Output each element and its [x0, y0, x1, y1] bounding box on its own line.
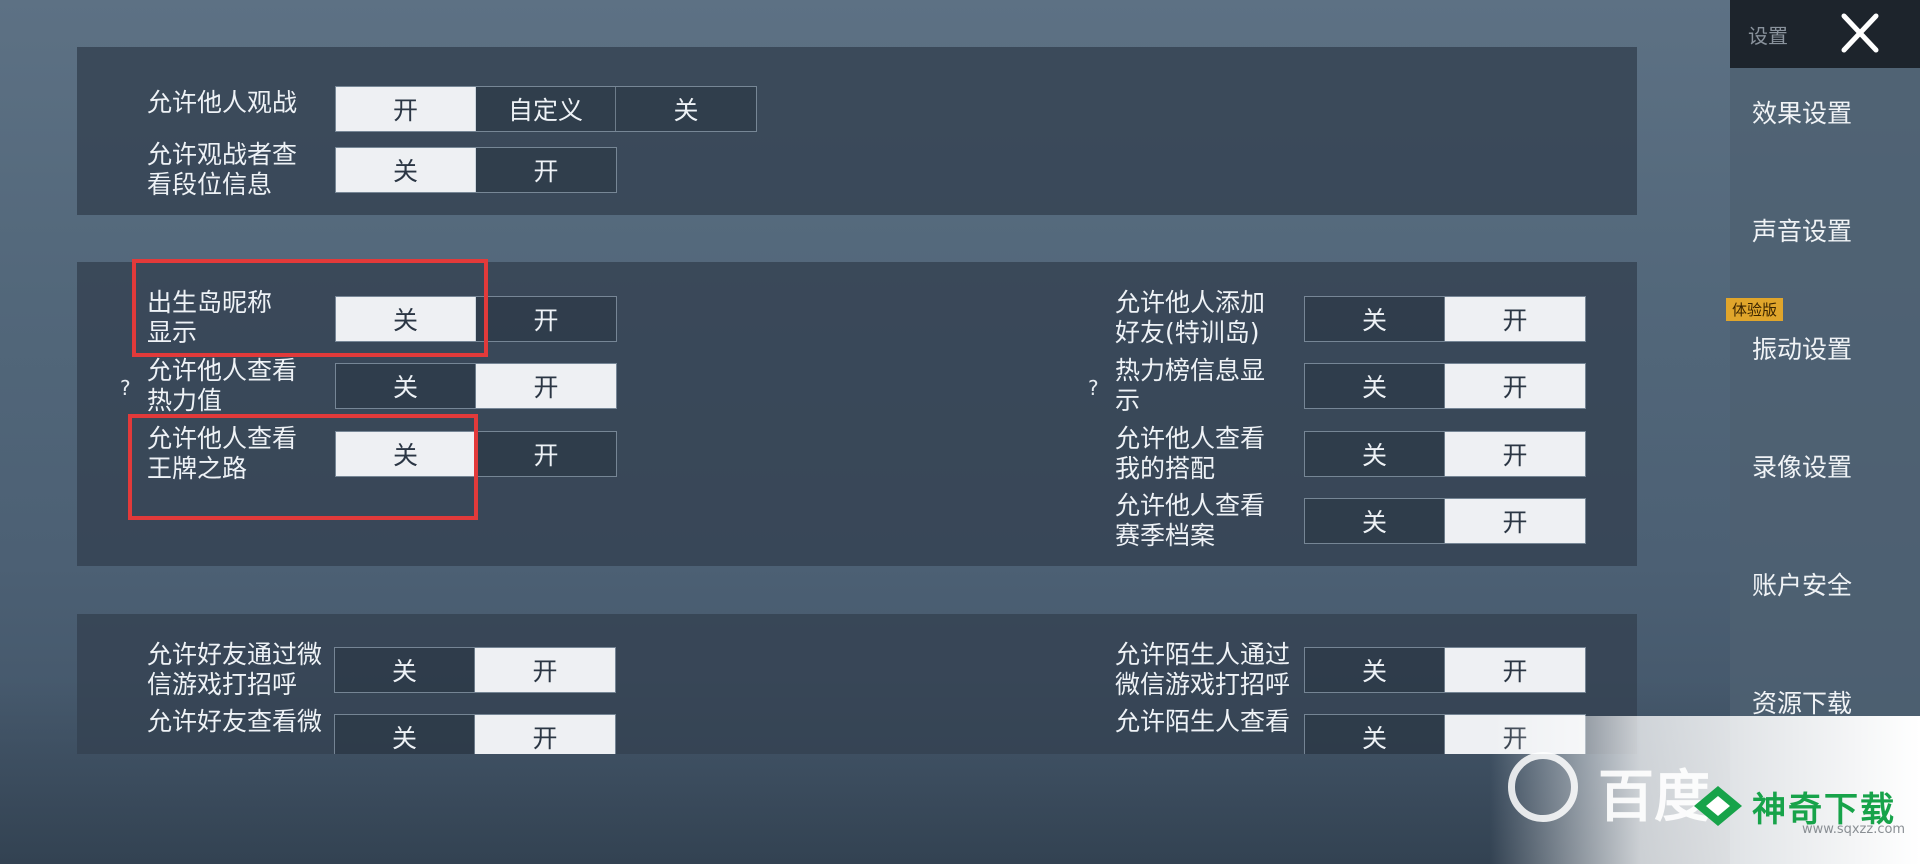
highlight-box-ace-road [128, 414, 478, 520]
spectator-rank-label-line1: 允许观战者查 [147, 140, 298, 169]
add-friend-label-line2: 好友(特训岛) [1115, 318, 1260, 347]
season-archive-label-line2: 赛季档案 [1115, 521, 1216, 550]
outfit-toggle: 关 开 [1304, 431, 1586, 477]
heat-value-off-option[interactable]: 关 [336, 364, 476, 408]
season-archive-label-line1: 允许他人查看 [1115, 491, 1266, 520]
allow-spectate-off-option[interactable]: 关 [616, 87, 756, 131]
stranger-wechat-greet-label-line1: 允许陌生人通过 [1115, 640, 1291, 669]
highlight-box-spawn-nickname [132, 259, 488, 357]
sidebar-title: 设置 [1748, 24, 1788, 48]
heat-rank-help-icon[interactable]: ? [1088, 376, 1099, 400]
add-friend-label-line1: 允许他人添加 [1115, 288, 1266, 317]
allow-spectate-custom-option[interactable]: 自定义 [476, 87, 616, 131]
heat-rank-toggle: 关 开 [1304, 363, 1586, 409]
stranger-wechat-greet-off-option[interactable]: 关 [1305, 648, 1445, 692]
spawn-nickname-on-option[interactable]: 开 [476, 297, 616, 341]
stranger-wechat-greet-label-line2: 微信游戏打招呼 [1115, 670, 1291, 699]
friend-wechat-greet-toggle: 关 开 [334, 647, 616, 693]
outfit-on-option[interactable]: 开 [1445, 432, 1585, 476]
baidu-paw-icon [1508, 752, 1578, 822]
allow-spectate-toggle: 开 自定义 关 [335, 86, 757, 132]
season-archive-on-option[interactable]: 开 [1445, 499, 1585, 543]
outfit-off-option[interactable]: 关 [1305, 432, 1445, 476]
spectator-rank-label-line2: 看段位信息 [147, 170, 273, 199]
friend-wechat-view-on-option[interactable]: 开 [475, 715, 615, 754]
heat-rank-on-option[interactable]: 开 [1445, 364, 1585, 408]
friend-wechat-view-label-line1: 允许好友查看微 [147, 707, 323, 736]
stranger-wechat-greet-on-option[interactable]: 开 [1445, 648, 1585, 692]
stranger-wechat-greet-toggle: 关 开 [1304, 647, 1586, 693]
season-archive-toggle: 关 开 [1304, 498, 1586, 544]
ace-road-on-option[interactable]: 开 [476, 432, 616, 476]
heat-value-label-line1: 允许他人查看 [147, 356, 298, 385]
spectator-rank-toggle: 关 开 [335, 147, 617, 193]
heat-value-help-icon[interactable]: ? [120, 376, 131, 400]
allow-spectate-on-option[interactable]: 开 [336, 87, 476, 131]
friend-wechat-view-toggle: 关 开 [334, 714, 616, 754]
heat-rank-label-line2: 示 [1115, 386, 1141, 415]
friend-wechat-greet-off-option[interactable]: 关 [335, 648, 475, 692]
spectator-rank-on-option[interactable]: 开 [476, 148, 616, 192]
sidebar-header: 设置 [1730, 0, 1920, 68]
outfit-label-line1: 允许他人查看 [1115, 424, 1266, 453]
heat-value-toggle: 关 开 [335, 363, 617, 409]
close-icon[interactable] [1832, 8, 1888, 58]
sidebar-item-vibration[interactable]: 振动设置 [1752, 330, 1852, 366]
sidebar-item-effects[interactable]: 效果设置 [1752, 94, 1852, 130]
friend-wechat-greet-on-option[interactable]: 开 [475, 648, 615, 692]
friend-wechat-greet-label-line1: 允许好友通过微 [147, 640, 323, 669]
friend-wechat-greet-label-line2: 信游戏打招呼 [147, 670, 298, 699]
watermark-url: www.sqxzz.com [1802, 822, 1906, 837]
heat-rank-label-line1: 热力榜信息显 [1115, 356, 1266, 385]
sidebar-item-account-security[interactable]: 账户安全 [1752, 566, 1852, 602]
add-friend-off-option[interactable]: 关 [1305, 297, 1445, 341]
spectator-rank-off-option[interactable]: 关 [336, 148, 476, 192]
sidebar-item-resource-download[interactable]: 资源下载 [1752, 684, 1852, 720]
stranger-wechat-view-label-line1: 允许陌生人查看 [1115, 707, 1291, 736]
add-friend-toggle: 关 开 [1304, 296, 1586, 342]
spectate-settings-panel [77, 47, 1637, 215]
season-archive-off-option[interactable]: 关 [1305, 499, 1445, 543]
trial-version-badge: 体验版 [1726, 298, 1784, 321]
heat-value-label-line2: 热力值 [147, 386, 223, 415]
add-friend-on-option[interactable]: 开 [1445, 297, 1585, 341]
sidebar-item-recording[interactable]: 录像设置 [1752, 448, 1852, 484]
shenqi-logo-icon [1694, 786, 1742, 826]
friend-wechat-view-off-option[interactable]: 关 [335, 715, 475, 754]
stranger-wechat-view-off-option[interactable]: 关 [1305, 715, 1445, 754]
sidebar-item-sound[interactable]: 声音设置 [1752, 212, 1852, 248]
wechat-settings-panel: 允许好友通过微 信游戏打招呼 关 开 允许好友查看微 关 开 允许陌生人通过 微… [77, 614, 1637, 754]
outfit-label-line2: 我的搭配 [1115, 454, 1216, 483]
heat-rank-off-option[interactable]: 关 [1305, 364, 1445, 408]
heat-value-on-option[interactable]: 开 [476, 364, 616, 408]
allow-spectate-label: 允许他人观战 [147, 88, 298, 117]
